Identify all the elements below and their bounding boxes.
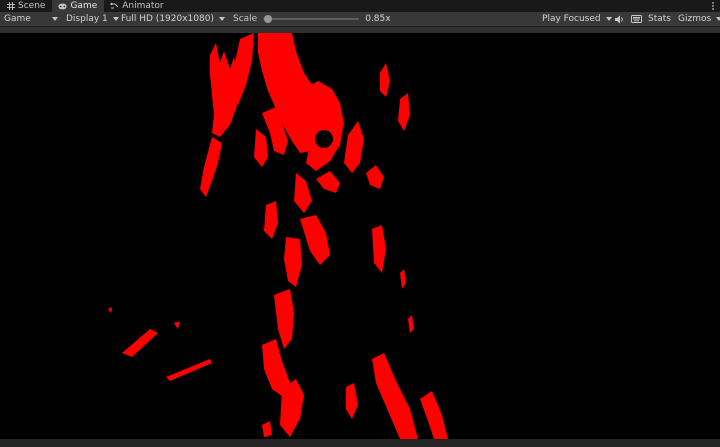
gizmos-label: Gizmos [678, 14, 712, 24]
tab-animator-label: Animator [122, 1, 164, 11]
red-silhouette-figure [108, 33, 448, 439]
display-dropdown[interactable]: Display 1 [62, 12, 119, 27]
game-view-bottom-bar [0, 439, 720, 447]
tab-animator[interactable]: Animator [104, 0, 170, 12]
game-view-canvas[interactable] [0, 33, 720, 439]
tab-game-label: Game [70, 1, 98, 11]
scale-value: 0.85x [365, 14, 391, 24]
scale-label: Scale [233, 14, 258, 24]
keyboard-icon [631, 15, 643, 23]
chevron-down-icon [716, 17, 720, 21]
resolution-label: Full HD (1920x1080) [121, 14, 214, 24]
tab-game[interactable]: Game [52, 0, 105, 12]
grid-icon [6, 2, 15, 11]
play-mode-label: Play Focused [542, 14, 601, 24]
view-mode-dropdown[interactable]: Game [0, 12, 62, 27]
rendered-scene [108, 33, 448, 439]
chevron-down-icon [218, 17, 225, 21]
tab-scene-label: Scene [18, 1, 46, 11]
tab-scene[interactable]: Scene [0, 0, 52, 12]
view-mode-label: Game [4, 14, 31, 24]
resolution-dropdown[interactable]: Full HD (1920x1080) [117, 12, 225, 27]
tab-options-menu-icon[interactable] [710, 1, 716, 11]
display-label: Display 1 [66, 14, 108, 24]
gizmos-dropdown[interactable]: Gizmos [674, 12, 720, 27]
animator-icon [110, 2, 119, 11]
scale-control: Scale 0.85x [233, 14, 391, 24]
chevron-down-icon [52, 17, 58, 21]
play-mode-dropdown[interactable]: Play Focused [538, 12, 612, 27]
chevron-down-icon [605, 17, 612, 21]
keyboard-shortcuts-button[interactable] [628, 12, 645, 27]
figure-eye [315, 130, 333, 148]
editor-tab-bar: Scene Game Animator [0, 0, 720, 12]
mute-audio-button[interactable] [612, 12, 628, 27]
stats-button[interactable]: Stats [645, 14, 674, 24]
scale-slider-thumb[interactable] [264, 15, 273, 23]
speaker-icon [615, 15, 623, 23]
gamepad-icon [58, 2, 68, 11]
game-view-toolbar: Game Display 1 Full HD (1920x1080) Scale… [0, 12, 720, 27]
scale-slider[interactable] [263, 15, 360, 23]
